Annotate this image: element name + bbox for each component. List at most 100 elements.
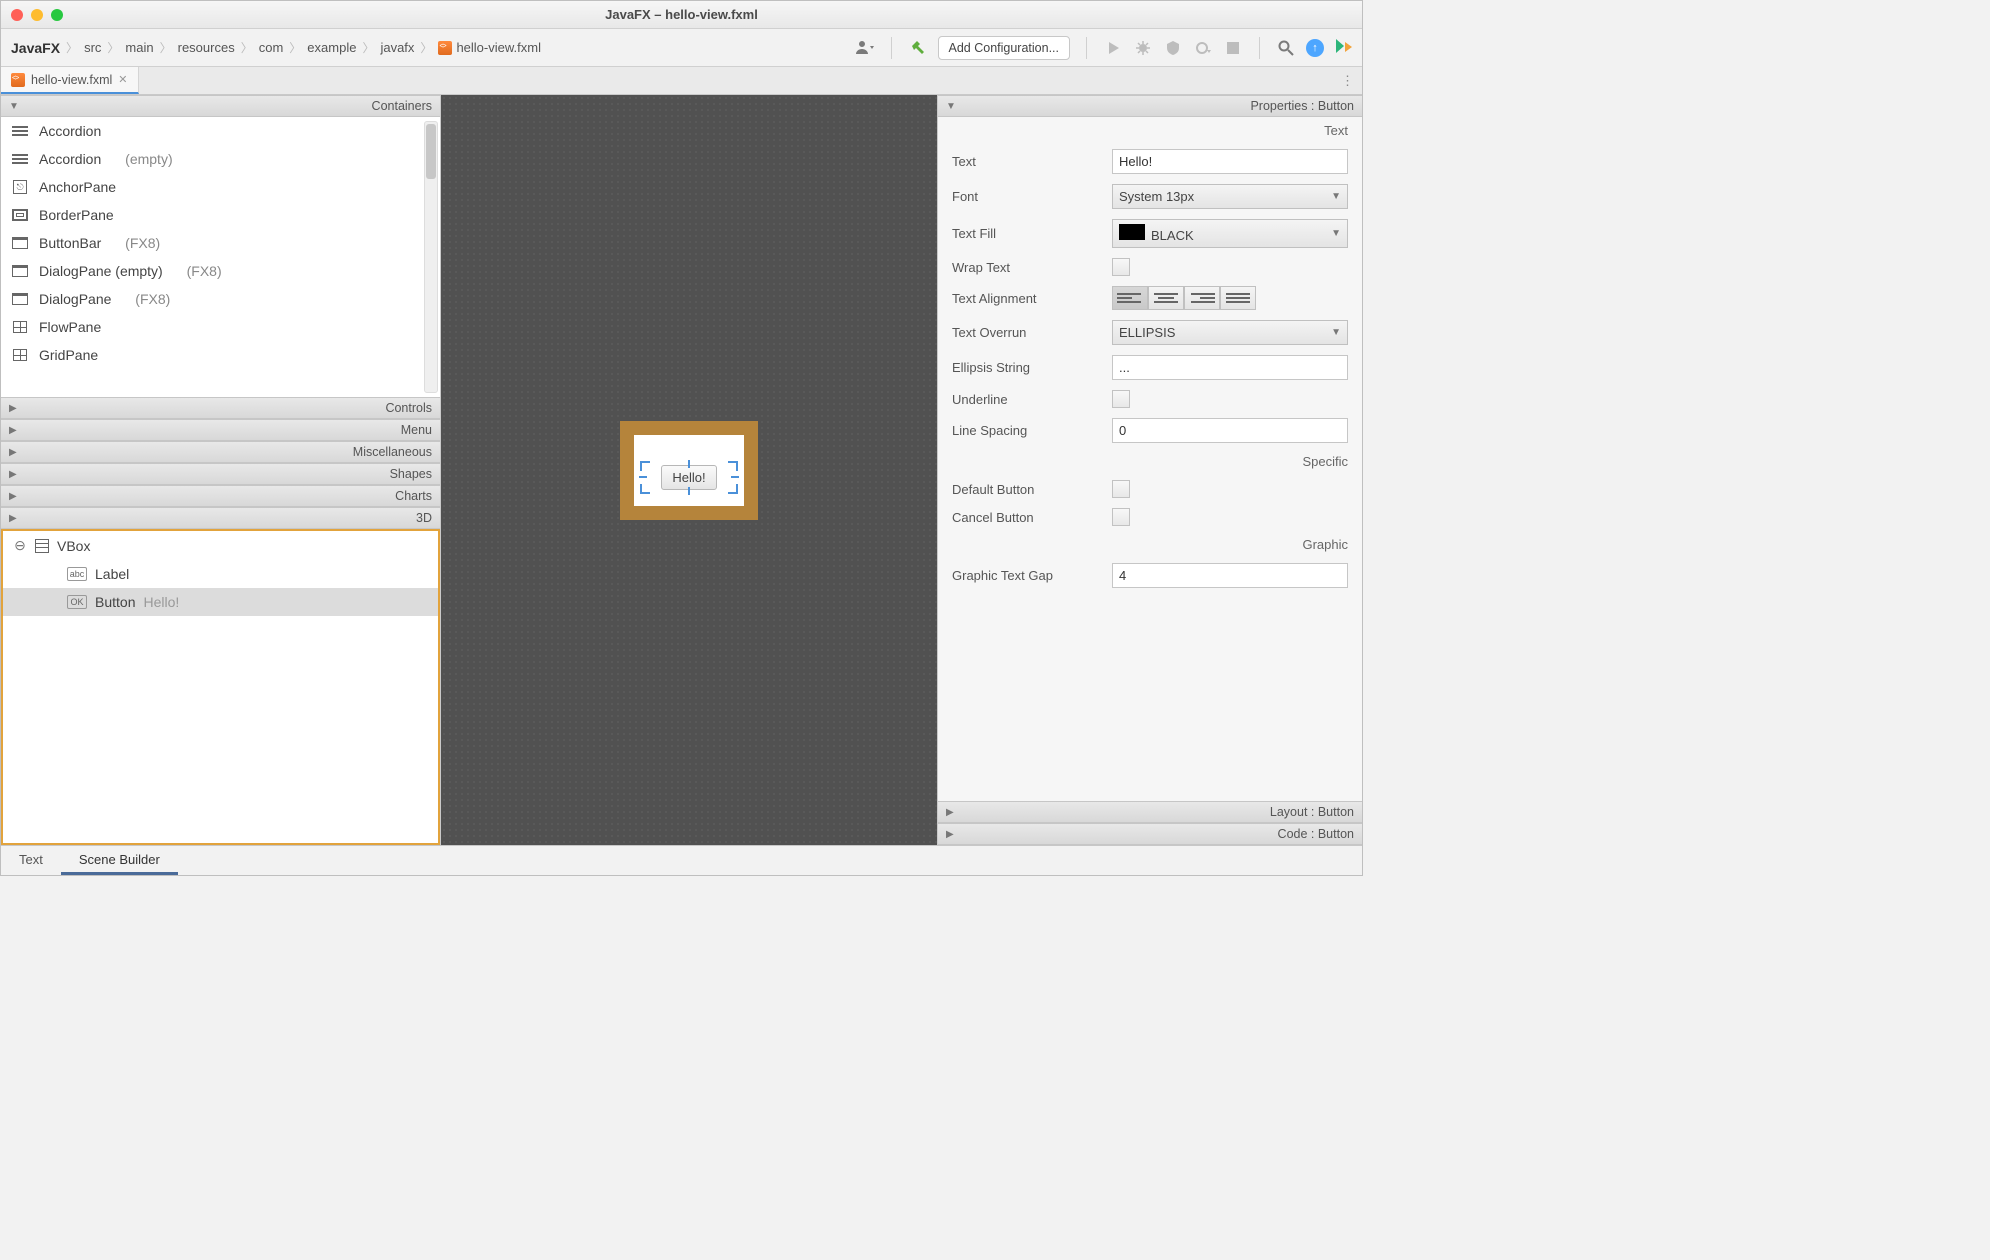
linespacing-input[interactable] bbox=[1112, 418, 1348, 443]
prop-linespacing: Line Spacing bbox=[938, 413, 1362, 448]
chevron-right-icon: 〉 bbox=[289, 39, 301, 56]
button-icon: OK bbox=[67, 595, 87, 609]
expand-icon: ▶ bbox=[9, 425, 17, 436]
scrollbar-thumb[interactable] bbox=[426, 124, 436, 179]
library-panel: ▼ Containers Accordion Accordion (empty)… bbox=[1, 95, 441, 845]
library-item[interactable]: BorderPane bbox=[1, 201, 440, 229]
shapes-header[interactable]: ▶Shapes bbox=[1, 463, 440, 485]
cancelbutton-checkbox[interactable] bbox=[1112, 508, 1130, 526]
breadcrumb-item[interactable]: javafx bbox=[380, 40, 414, 55]
hierarchy-panel: ⊖ VBox abc Label OK Button Hello! bbox=[1, 529, 440, 845]
breadcrumb-file[interactable]: hello-view.fxml bbox=[456, 40, 541, 55]
design-canvas[interactable]: Hello! bbox=[441, 95, 937, 845]
section-label: 3D bbox=[416, 511, 432, 525]
jetbrains-icon[interactable] bbox=[1334, 39, 1352, 57]
hierarchy-node-button[interactable]: OK Button Hello! bbox=[3, 588, 438, 616]
library-item[interactable]: DialogPane (empty) (FX8) bbox=[1, 257, 440, 285]
font-dropdown[interactable]: System 13px▼ bbox=[1112, 184, 1348, 209]
update-icon[interactable]: ↑ bbox=[1306, 39, 1324, 57]
code-header[interactable]: ▶Code : Button bbox=[938, 823, 1362, 845]
stop-icon[interactable] bbox=[1223, 38, 1243, 58]
separator bbox=[891, 37, 892, 59]
library-item[interactable]: Accordion bbox=[1, 117, 440, 145]
containers-header[interactable]: ▼ Containers bbox=[1, 95, 440, 117]
library-item[interactable]: Accordion (empty) bbox=[1, 145, 440, 173]
wraptext-checkbox[interactable] bbox=[1112, 258, 1130, 276]
profile-icon[interactable] bbox=[1193, 38, 1213, 58]
editor-mode-tabs: Text Scene Builder bbox=[1, 845, 1362, 875]
library-item[interactable]: FlowPane bbox=[1, 313, 440, 341]
3d-header[interactable]: ▶3D bbox=[1, 507, 440, 529]
align-justify-button[interactable] bbox=[1220, 286, 1256, 310]
user-icon[interactable] bbox=[855, 38, 875, 58]
tab-text[interactable]: Text bbox=[1, 846, 61, 875]
menu-header[interactable]: ▶ Menu bbox=[1, 419, 440, 441]
hierarchy-node-label[interactable]: abc Label bbox=[3, 560, 438, 588]
section-label: Properties : Button bbox=[1250, 99, 1354, 113]
breadcrumb-item[interactable]: example bbox=[307, 40, 356, 55]
scrollbar[interactable] bbox=[424, 121, 438, 393]
text-input[interactable] bbox=[1112, 149, 1348, 174]
align-center-button[interactable] bbox=[1148, 286, 1184, 310]
expand-icon: ▶ bbox=[9, 447, 17, 458]
debug-icon[interactable] bbox=[1133, 38, 1153, 58]
separator bbox=[1259, 37, 1260, 59]
chevron-down-icon: ▼ bbox=[1331, 327, 1341, 338]
section-label: Menu bbox=[401, 423, 432, 437]
library-item[interactable]: ButtonBar (FX8) bbox=[1, 229, 440, 257]
fxml-file-icon bbox=[11, 73, 25, 87]
tab-scene-builder[interactable]: Scene Builder bbox=[61, 846, 178, 875]
containers-list-wrap: Accordion Accordion (empty) ⎋AnchorPane … bbox=[1, 117, 440, 397]
library-item[interactable]: DialogPane (FX8) bbox=[1, 285, 440, 313]
canvas-content[interactable]: Hello! bbox=[634, 435, 744, 506]
breadcrumb-item[interactable]: resources bbox=[178, 40, 235, 55]
search-icon[interactable] bbox=[1276, 38, 1296, 58]
file-tab[interactable]: hello-view.fxml ✕ bbox=[1, 67, 139, 94]
hierarchy-node-vbox[interactable]: ⊖ VBox bbox=[3, 531, 438, 560]
align-left-button[interactable] bbox=[1112, 286, 1148, 310]
chevron-right-icon: 〉 bbox=[66, 39, 78, 56]
node-text: Hello! bbox=[143, 594, 179, 610]
breadcrumb-item[interactable]: com bbox=[259, 40, 284, 55]
breadcrumb-root[interactable]: JavaFX bbox=[11, 40, 60, 56]
breadcrumb-item[interactable]: main bbox=[125, 40, 153, 55]
build-icon[interactable] bbox=[908, 38, 928, 58]
containers-list[interactable]: Accordion Accordion (empty) ⎋AnchorPane … bbox=[1, 117, 440, 397]
graphicgap-input[interactable] bbox=[1112, 563, 1348, 588]
close-tab-icon[interactable]: ✕ bbox=[118, 73, 127, 86]
label-icon: abc bbox=[67, 567, 87, 581]
align-right-button[interactable] bbox=[1184, 286, 1220, 310]
section-label: Layout : Button bbox=[1270, 805, 1354, 819]
collapse-icon: ▼ bbox=[946, 101, 956, 112]
file-tab-label: hello-view.fxml bbox=[31, 73, 112, 87]
controls-header[interactable]: ▶Controls bbox=[1, 397, 440, 419]
run-config-dropdown[interactable]: Add Configuration... bbox=[938, 36, 1071, 60]
textfill-dropdown[interactable]: BLACK▼ bbox=[1112, 219, 1348, 248]
run-icon[interactable] bbox=[1103, 38, 1123, 58]
prop-graphicgap: Graphic Text Gap bbox=[938, 558, 1362, 593]
prop-ellipsis: Ellipsis String bbox=[938, 350, 1362, 385]
accordion-icon bbox=[11, 152, 29, 166]
inspector-panel: ▼ Properties : Button Text Text Font Sys… bbox=[937, 95, 1362, 845]
coverage-icon[interactable] bbox=[1163, 38, 1183, 58]
properties-header[interactable]: ▼ Properties : Button bbox=[938, 95, 1362, 117]
ellipsis-input[interactable] bbox=[1112, 355, 1348, 380]
misc-header[interactable]: ▶Miscellaneous bbox=[1, 441, 440, 463]
overrun-dropdown[interactable]: ELLIPSIS▼ bbox=[1112, 320, 1348, 345]
section-label: Shapes bbox=[390, 467, 432, 481]
library-item[interactable]: ⎋AnchorPane bbox=[1, 173, 440, 201]
canvas-button[interactable]: Hello! bbox=[661, 465, 716, 490]
collapse-icon[interactable]: ⊖ bbox=[13, 537, 27, 554]
breadcrumb-item[interactable]: src bbox=[84, 40, 101, 55]
chevron-right-icon: 〉 bbox=[107, 39, 119, 56]
props-group-text: Text bbox=[938, 117, 1362, 144]
defaultbutton-checkbox[interactable] bbox=[1112, 480, 1130, 498]
expand-icon: ▶ bbox=[9, 491, 17, 502]
layout-header[interactable]: ▶Layout : Button bbox=[938, 801, 1362, 823]
chevron-right-icon: 〉 bbox=[362, 39, 374, 56]
library-item[interactable]: GridPane bbox=[1, 341, 440, 369]
underline-checkbox[interactable] bbox=[1112, 390, 1130, 408]
charts-header[interactable]: ▶Charts bbox=[1, 485, 440, 507]
canvas-root[interactable]: Hello! bbox=[620, 421, 758, 520]
tab-overflow[interactable]: ⋮ bbox=[1341, 67, 1362, 94]
